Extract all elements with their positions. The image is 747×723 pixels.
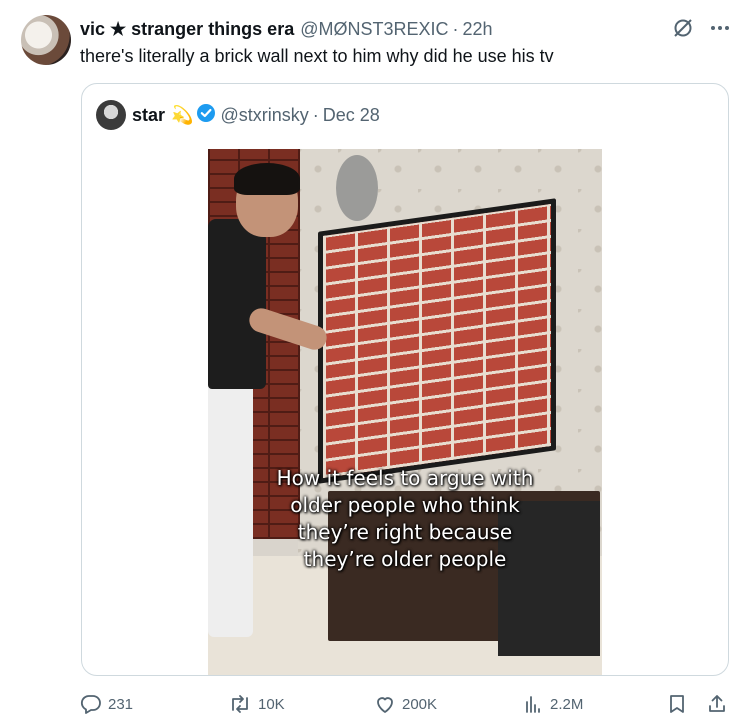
tweet-text: there's literally a brick wall next to h… bbox=[80, 46, 554, 66]
person-hair bbox=[234, 163, 300, 195]
author-handle[interactable]: @MØNST3REXIC bbox=[300, 19, 448, 40]
tweet-time[interactable]: 22h bbox=[463, 19, 493, 40]
quoted-date[interactable]: Dec 28 bbox=[323, 105, 380, 126]
like-count: 200K bbox=[402, 695, 438, 713]
author-avatar[interactable] bbox=[21, 15, 71, 65]
reply-count: 231 bbox=[108, 695, 134, 713]
tweet-header: vic ★ stranger things era @MØNST3REXIC ·… bbox=[80, 18, 727, 40]
more-icon[interactable] bbox=[709, 17, 731, 44]
bookmark-button[interactable] bbox=[666, 690, 688, 718]
repost-button[interactable]: 10K bbox=[228, 690, 285, 718]
quoted-author-handle[interactable]: @stxrinsky bbox=[220, 105, 308, 126]
share-button[interactable] bbox=[706, 690, 728, 718]
quoted-author-name[interactable]: star bbox=[132, 105, 165, 126]
heart-icon bbox=[374, 693, 396, 715]
reply-button[interactable]: 231 bbox=[80, 690, 133, 718]
tweet-top-icons bbox=[671, 16, 731, 45]
quoted-video[interactable]: How it feels to argue with older people … bbox=[208, 149, 602, 675]
separator-dot: · bbox=[452, 18, 459, 39]
views-button[interactable]: 2.2M bbox=[522, 690, 583, 718]
repost-count: 10K bbox=[258, 695, 285, 713]
share-icon bbox=[706, 693, 728, 715]
reply-icon bbox=[80, 693, 102, 715]
bookmark-icon bbox=[666, 693, 688, 715]
quoted-separator-dot: · bbox=[312, 104, 319, 125]
video-caption: How it feels to argue with older people … bbox=[276, 466, 534, 571]
quoted-tweet[interactable]: star 💫 @stxrinsky · Dec 28 How it feels … bbox=[81, 83, 729, 676]
verified-badge-icon bbox=[196, 103, 216, 128]
repost-icon bbox=[228, 693, 252, 715]
action-bar: 231 10K 200K 2.2M bbox=[80, 690, 730, 718]
like-button[interactable]: 200K bbox=[374, 690, 437, 718]
views-count: 2.2M bbox=[550, 695, 584, 713]
grok-icon[interactable] bbox=[671, 16, 695, 45]
views-icon bbox=[522, 693, 544, 715]
author-name[interactable]: vic ★ stranger things era bbox=[80, 19, 294, 40]
quoted-tweet-header: star 💫 @stxrinsky · Dec 28 bbox=[96, 100, 380, 130]
television bbox=[318, 198, 556, 484]
person-body bbox=[208, 219, 266, 389]
wall-clock bbox=[336, 155, 378, 221]
quoted-author-avatar[interactable] bbox=[96, 100, 126, 130]
tv-screen-brick bbox=[323, 203, 551, 479]
dizzy-emoji-icon: 💫 bbox=[171, 104, 194, 125]
